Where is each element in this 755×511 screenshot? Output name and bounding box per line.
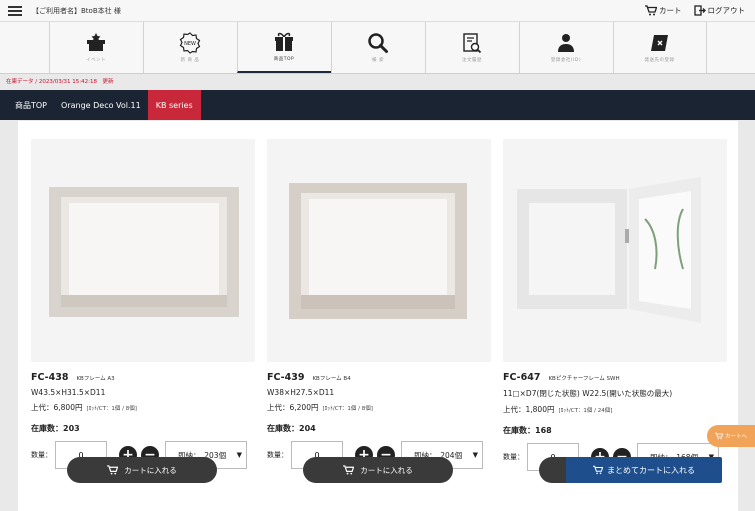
order-history-icon bbox=[463, 33, 482, 54]
add-to-cart-label: カートに入れる bbox=[124, 465, 177, 475]
cart-link[interactable]: カート bbox=[645, 5, 682, 16]
cart-link-label: カート bbox=[659, 6, 682, 15]
nav-item-registered-company[interactable]: 登録会社(ID) bbox=[518, 22, 613, 73]
nav-item-search[interactable]: 検 索 bbox=[330, 22, 425, 73]
cart-icon bbox=[107, 465, 119, 475]
product-price-line: 上代：1,800円 [ﾛｯﾄ/CT：1個 / 24個] bbox=[503, 404, 727, 415]
quantity-label: 数量： bbox=[31, 451, 52, 459]
product-lot: [ﾛｯﾄ/CT：1個 / 24個] bbox=[558, 408, 613, 414]
product-size: W38×H27.5×D11 bbox=[267, 388, 335, 397]
product-price: 上代：1,800円 bbox=[503, 405, 555, 414]
nav-item-event[interactable]: イベント bbox=[48, 22, 143, 73]
product-lot: [ﾛｯﾄ/CT：1個 / 8個] bbox=[86, 406, 137, 412]
gift-box-icon bbox=[275, 32, 293, 51]
stock-count: 在庫数：203 bbox=[31, 424, 80, 433]
product-price-line: 上代：6,800円 [ﾛｯﾄ/CT：1個 / 8個] bbox=[31, 402, 255, 413]
chevron-down-icon: ▼ bbox=[472, 451, 478, 459]
person-icon bbox=[558, 34, 574, 52]
nav-label: イベント bbox=[86, 58, 106, 63]
floating-cart-button[interactable]: カートへ bbox=[707, 425, 755, 447]
nav-label: 登録会社(ID) bbox=[550, 58, 582, 63]
user-name: 【ご利用者名】BtoB本社 様 bbox=[32, 6, 121, 15]
nav-label: 新 商 品 bbox=[180, 58, 200, 63]
product-card: FC-438 KBフレーム A3 W43.5×H31.5×D11 上代：6,80… bbox=[31, 139, 255, 470]
new-badge-icon: NEW bbox=[179, 32, 201, 54]
nav-label: 商品TOP bbox=[273, 57, 295, 62]
cart-icon bbox=[714, 432, 723, 440]
nav-item-shipping-address[interactable]: 発送先の登録 bbox=[612, 22, 707, 73]
cart-icon bbox=[593, 465, 603, 475]
top-bar: 【ご利用者名】BtoB本社 様 カート ログアウト bbox=[0, 0, 755, 22]
data-updated-info: 在庫データ / 2023/03/31 15:42:18 更新 bbox=[6, 79, 114, 85]
product-price: 上代：6,800円 bbox=[31, 403, 83, 412]
event-icon bbox=[87, 33, 105, 51]
cart-icon bbox=[343, 465, 355, 475]
breadcrumb-item-kb-series[interactable]: KB series bbox=[147, 90, 201, 120]
logout-link[interactable]: ログアウト bbox=[693, 5, 746, 16]
nav-label: 発送先の登録 bbox=[644, 58, 675, 63]
product-name: KBフレーム A3 bbox=[76, 376, 115, 382]
nav-item-new[interactable]: NEW 新 商 品 bbox=[142, 22, 237, 73]
top-right-links: カート ログアウト bbox=[645, 5, 745, 16]
product-image[interactable] bbox=[503, 139, 727, 362]
nav-label: 検 索 bbox=[372, 58, 384, 63]
nav-item-order-history[interactable]: 注文履歴 bbox=[424, 22, 519, 73]
add-to-cart-label: カートに入れる bbox=[360, 465, 413, 475]
product-code[interactable]: FC-438 bbox=[31, 372, 68, 383]
add-to-cart-button[interactable]: カートに入れる bbox=[67, 457, 217, 483]
stock-count: 在庫数：168 bbox=[503, 426, 552, 435]
quantity-label: 数量： bbox=[503, 453, 524, 461]
product-card: FC-647 KBピクチャーフレーム SWH 11□×D7(閉じた状態) W22… bbox=[503, 139, 727, 472]
product-price: 上代：6,200円 bbox=[267, 403, 319, 412]
chevron-down-icon: ▼ bbox=[236, 451, 242, 459]
search-icon bbox=[368, 33, 388, 53]
product-card: FC-439 KBフレーム B4 W38×H27.5×D11 上代：6,200円… bbox=[267, 139, 491, 470]
logout-icon bbox=[693, 5, 706, 16]
product-list: FC-438 KBフレーム A3 W43.5×H31.5×D11 上代：6,80… bbox=[18, 121, 738, 511]
picture-frame-image bbox=[517, 177, 701, 323]
nav-item-products-top[interactable]: 商品TOP bbox=[236, 22, 331, 73]
product-size: 11□×D7(閉じた状態) W22.5(開いた状態の最大) bbox=[503, 389, 673, 398]
product-code[interactable]: FC-647 bbox=[503, 372, 540, 383]
product-size: W43.5×H31.5×D11 bbox=[31, 388, 106, 397]
bulk-add-to-cart-button[interactable]: まとめてカートに入れる bbox=[566, 457, 722, 483]
product-lot: [ﾛｯﾄ/CT：1個 / 8個] bbox=[322, 406, 373, 412]
frame-image bbox=[289, 183, 467, 319]
product-price-line: 上代：6,200円 [ﾛｯﾄ/CT：1個 / 8個] bbox=[267, 402, 491, 413]
hamburger-menu-icon[interactable] bbox=[8, 5, 22, 16]
frame-image bbox=[49, 187, 239, 317]
quantity-label: 数量： bbox=[267, 451, 288, 459]
bulk-add-label: まとめてカートに入れる bbox=[607, 465, 695, 475]
shipping-address-icon bbox=[650, 35, 668, 51]
svg-text:NEW: NEW bbox=[184, 41, 196, 47]
breadcrumb: 商品TOP Orange Deco Vol.11 KB series bbox=[0, 90, 755, 120]
breadcrumb-item-products-top[interactable]: 商品TOP bbox=[8, 90, 54, 120]
product-name: KBフレーム B4 bbox=[312, 376, 351, 382]
product-name: KBピクチャーフレーム SWH bbox=[548, 376, 620, 382]
product-image[interactable] bbox=[267, 139, 491, 362]
stock-count: 在庫数：204 bbox=[267, 424, 316, 433]
floating-cart-label: カートへ bbox=[724, 434, 747, 440]
nav-label: 注文履歴 bbox=[462, 58, 482, 63]
product-image[interactable] bbox=[31, 139, 255, 362]
main-nav: イベント NEW 新 商 品 商品TOP 検 索 注文履歴 登録会社(ID) 発… bbox=[0, 22, 755, 74]
cart-icon bbox=[645, 5, 657, 16]
product-code[interactable]: FC-439 bbox=[267, 372, 304, 383]
breadcrumb-item-orange-deco[interactable]: Orange Deco Vol.11 bbox=[54, 90, 148, 120]
add-to-cart-button[interactable]: カートに入れる bbox=[303, 457, 453, 483]
logout-link-label: ログアウト bbox=[707, 6, 746, 15]
